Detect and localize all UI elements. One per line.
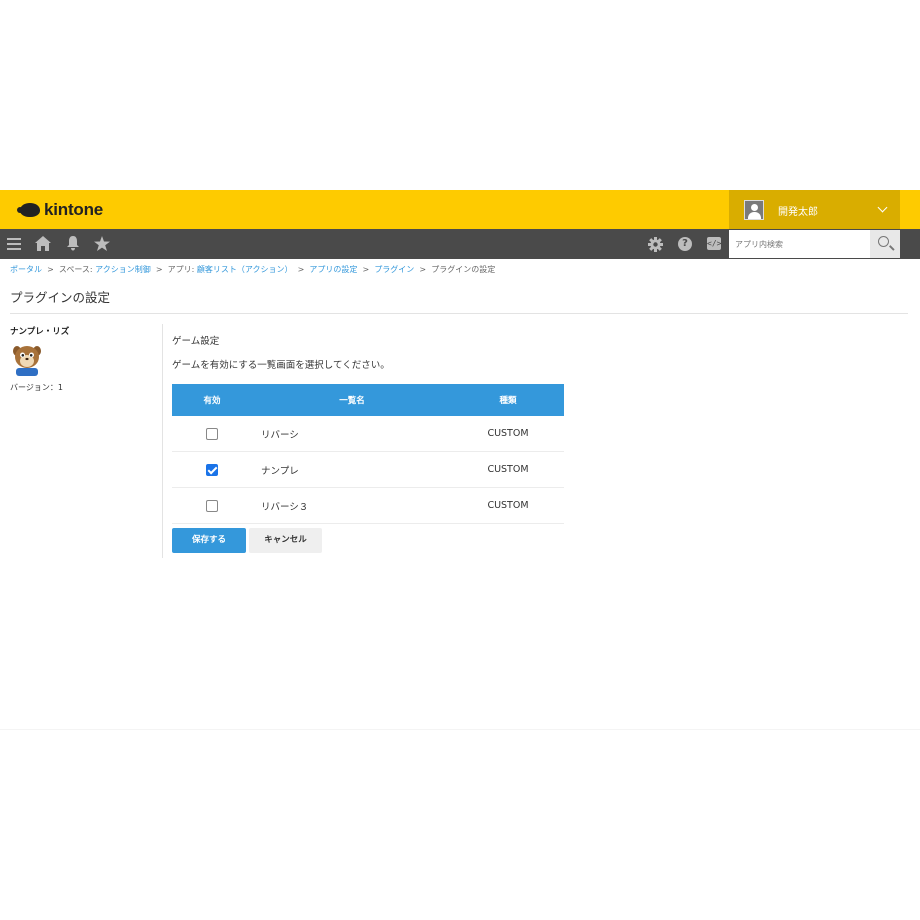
logo-text: kintone (44, 200, 104, 219)
view-name: ナンプレ (261, 465, 299, 477)
settings-description: ゲームを有効にする一覧画面を選択してください。 (172, 360, 390, 371)
view-type: CUSTOM (487, 500, 529, 511)
view-name: リバーシ３ (261, 501, 309, 513)
user-name[interactable]: 開発太郎 (778, 203, 818, 218)
breadcrumb-separator: > (416, 265, 429, 274)
table-row: リバーシ３ CUSTOM (172, 488, 564, 524)
breadcrumb-app-prefix: アプリ: (167, 265, 197, 274)
search-icon[interactable] (870, 230, 900, 258)
divider (10, 313, 908, 314)
bell-icon[interactable] (66, 236, 80, 251)
view-type: CUSTOM (487, 428, 529, 439)
plugin-name: ナンプレ・リズ (10, 327, 70, 337)
view-type: CUSTOM (487, 464, 529, 475)
view-table: 有効 一覧名 種類 リバーシ CUSTOM ナンプレ CUSTOM リバーシ３ … (172, 384, 564, 524)
section-title: ゲーム設定 (172, 336, 220, 347)
enable-checkbox[interactable] (206, 427, 218, 440)
panel-divider (162, 324, 163, 558)
chipmunk-plugin-icon (10, 342, 44, 376)
column-header-view-name: 一覧名 (339, 396, 365, 406)
table-row: ナンプレ CUSTOM (172, 452, 564, 488)
breadcrumb-separator: > (295, 265, 307, 274)
home-icon[interactable] (35, 236, 51, 251)
footer-divider (0, 729, 920, 730)
kintone-logo[interactable]: kintone (17, 200, 104, 220)
view-name: リバーシ (261, 429, 299, 441)
column-header-enabled: 有効 (203, 396, 221, 406)
breadcrumb-portal[interactable]: ポータル (10, 265, 42, 274)
star-icon[interactable] (94, 236, 110, 251)
enable-checkbox[interactable] (206, 499, 218, 512)
cancel-button[interactable]: キャンセル (249, 528, 322, 553)
help-icon[interactable]: ? (678, 237, 692, 251)
table-row: リバーシ CUSTOM (172, 416, 564, 452)
enable-checkbox[interactable] (206, 463, 218, 476)
avatar (744, 200, 764, 220)
breadcrumb-app[interactable]: 顧客リスト（アクション） (197, 265, 293, 274)
breadcrumb-current: プラグインの設定 (431, 265, 496, 274)
plugin-version: バージョン：1 (10, 383, 63, 392)
gear-icon[interactable] (648, 237, 663, 252)
breadcrumb-space[interactable]: アクション制御 (95, 265, 151, 274)
column-header-type: 種類 (499, 396, 517, 406)
breadcrumb-separator: > (44, 265, 57, 274)
breadcrumb-space-prefix: スペース: (58, 265, 96, 274)
code-icon[interactable]: </> (707, 237, 721, 250)
app-search-input[interactable] (729, 230, 870, 258)
breadcrumb: ポータル > スペース: アクション制御 > アプリ: 顧客リスト（アクション）… (10, 264, 495, 275)
breadcrumb-separator: > (359, 265, 372, 274)
table-header: 有効 一覧名 種類 (172, 384, 564, 416)
logo-mark-icon (17, 203, 40, 217)
breadcrumb-plugins[interactable]: プラグイン (374, 265, 414, 274)
save-button[interactable]: 保存する (172, 528, 246, 553)
breadcrumb-app-settings[interactable]: アプリの設定 (309, 265, 357, 274)
menu-icon[interactable] (7, 238, 21, 240)
breadcrumb-separator: > (153, 265, 166, 274)
page-title: プラグインの設定 (10, 290, 111, 305)
